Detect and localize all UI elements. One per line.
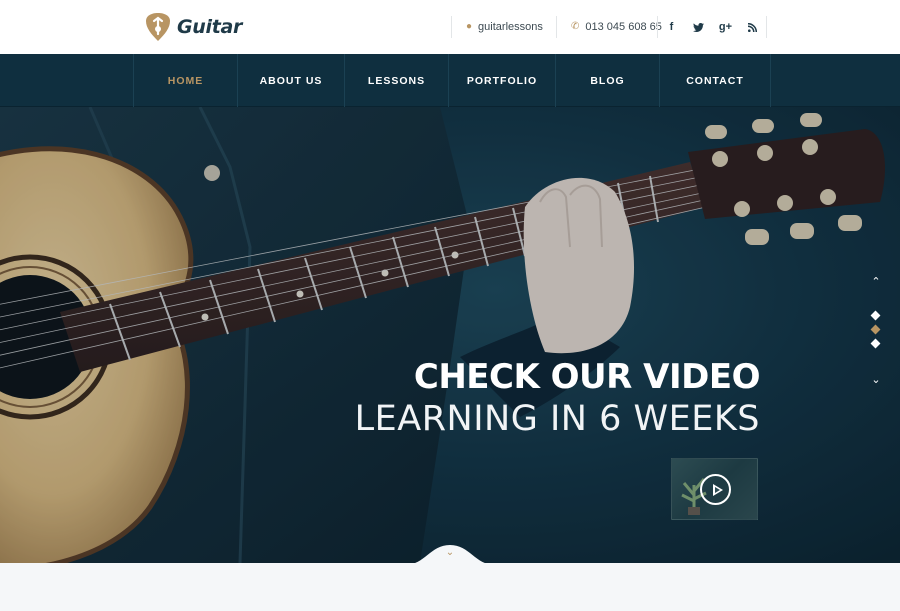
video-thumbnail[interactable] (671, 458, 758, 520)
rss-icon[interactable] (739, 16, 766, 38)
nav-item-blog[interactable]: BLOG (555, 54, 659, 107)
social-links: f g+ (657, 16, 767, 38)
site-logo[interactable]: Guitar (145, 10, 242, 44)
content-section (0, 563, 900, 611)
nav-item-lessons[interactable]: LESSONS (344, 54, 448, 107)
google-plus-icon[interactable]: g+ (712, 16, 739, 38)
skype-icon: ● (466, 21, 473, 32)
scroll-down-chevron-icon[interactable]: ⌄ (443, 547, 457, 559)
facebook-icon[interactable]: f (658, 16, 685, 38)
hero-title-line-1: CHECK OUR VIDEO (413, 357, 761, 397)
top-bar: Guitar ● guitarlessons ✆ 013 045 608 65 … (0, 0, 900, 54)
main-nav: HOME ABOUT US LESSONS PORTFOLIO BLOG CON… (0, 54, 900, 107)
nav-item-home[interactable]: HOME (133, 54, 237, 107)
slider-dot-3[interactable] (870, 338, 881, 349)
guitar-pick-logo-icon (146, 13, 170, 41)
hero-title: CHECK OUR VIDEO LEARNING IN 6 WEEKS (354, 357, 761, 441)
hero-title-line-2: LEARNING IN 6 WEEKS (354, 399, 760, 439)
nav-item-portfolio[interactable]: PORTFOLIO (448, 54, 555, 107)
slider-dots (870, 310, 881, 354)
phone-label: 013 045 608 65 (585, 21, 662, 33)
slider-dot-2[interactable] (870, 324, 881, 335)
slider-prev-arrow-icon[interactable]: ⌃ (868, 275, 884, 288)
twitter-icon[interactable] (685, 16, 712, 38)
nav-items: HOME ABOUT US LESSONS PORTFOLIO BLOG CON… (133, 54, 771, 107)
nav-item-about-us[interactable]: ABOUT US (237, 54, 344, 107)
hero-guitarist-image (0, 107, 900, 563)
skype-label: guitarlessons (478, 21, 543, 33)
slider-next-arrow-icon[interactable]: ⌄ (868, 373, 884, 386)
phone-icon: ✆ (571, 21, 580, 32)
skype-contact[interactable]: ● guitarlessons (451, 16, 557, 38)
play-video-button[interactable] (700, 474, 731, 505)
slider-dot-1[interactable] (870, 310, 881, 321)
logo-text: Guitar (177, 16, 243, 38)
nav-item-contact[interactable]: CONTACT (659, 54, 771, 107)
hero-slider: CHECK OUR VIDEO LEARNING IN 6 WEEKS ⌃ ⌄ (0, 107, 900, 563)
